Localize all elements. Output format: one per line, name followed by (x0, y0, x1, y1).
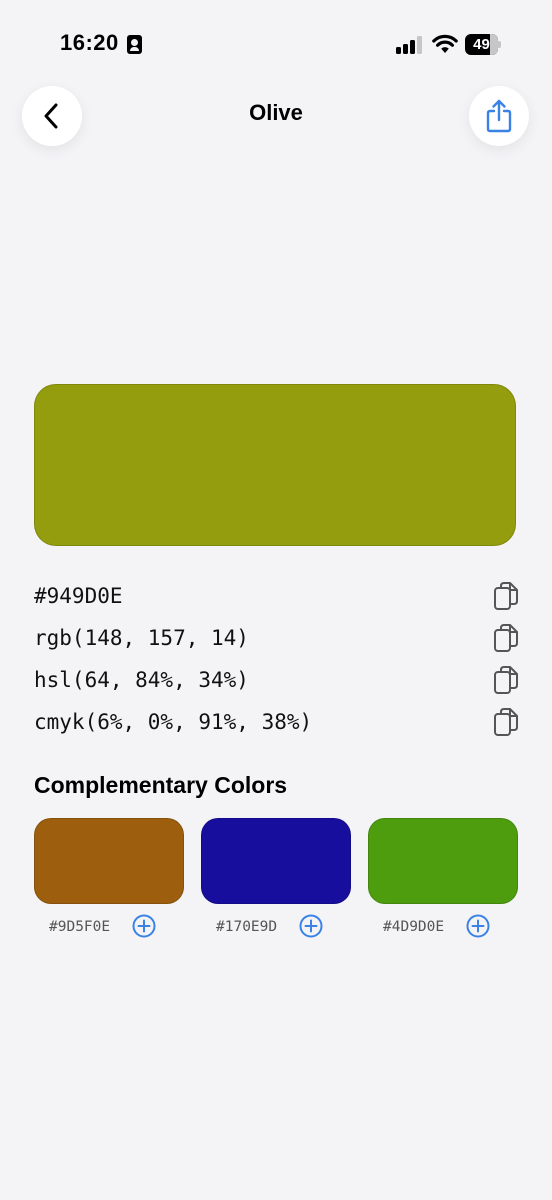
complementary-color-card[interactable]: #4D9D0E (368, 818, 518, 942)
contact-card-icon (127, 35, 142, 54)
hsl-value-row: hsl(64, 84%, 34%) (34, 664, 520, 700)
wifi-icon (432, 34, 458, 53)
cmyk-value: cmyk(6%, 0%, 91%, 38%) (34, 710, 313, 734)
complementary-hex: #9D5F0E (49, 919, 111, 935)
main-color-swatch (34, 384, 516, 546)
complementary-swatch[interactable] (368, 818, 518, 904)
share-button[interactable] (469, 86, 529, 146)
share-icon (486, 99, 512, 133)
complementary-swatch[interactable] (201, 818, 351, 904)
status-bar: 16:20 49 (0, 0, 552, 90)
status-time: 16:20 (60, 30, 119, 55)
complementary-color-card[interactable]: #170E9D (201, 818, 351, 942)
complementary-hex: #170E9D (216, 919, 278, 935)
battery-icon: 49 (465, 34, 501, 55)
complementary-colors-title: Complementary Colors (34, 772, 288, 798)
copy-icon[interactable] (492, 580, 520, 612)
battery-level: 49 (473, 36, 490, 53)
hsl-value: hsl(64, 84%, 34%) (34, 668, 249, 692)
plus-circle-icon[interactable] (466, 914, 490, 938)
hex-value-row: #949D0E (34, 580, 520, 616)
copy-icon[interactable] (492, 622, 520, 654)
rgb-value: rgb(148, 157, 14) (34, 626, 249, 650)
hex-value: #949D0E (34, 584, 123, 608)
complementary-hex: #4D9D0E (383, 919, 445, 935)
complementary-color-card[interactable]: #9D5F0E (34, 818, 184, 942)
plus-circle-icon[interactable] (132, 914, 156, 938)
plus-circle-icon[interactable] (299, 914, 323, 938)
copy-icon[interactable] (492, 706, 520, 738)
rgb-value-row: rgb(148, 157, 14) (34, 622, 520, 658)
copy-icon[interactable] (492, 664, 520, 696)
complementary-swatch[interactable] (34, 818, 184, 904)
cellular-signal-icon (396, 36, 424, 54)
cmyk-value-row: cmyk(6%, 0%, 91%, 38%) (34, 706, 520, 742)
